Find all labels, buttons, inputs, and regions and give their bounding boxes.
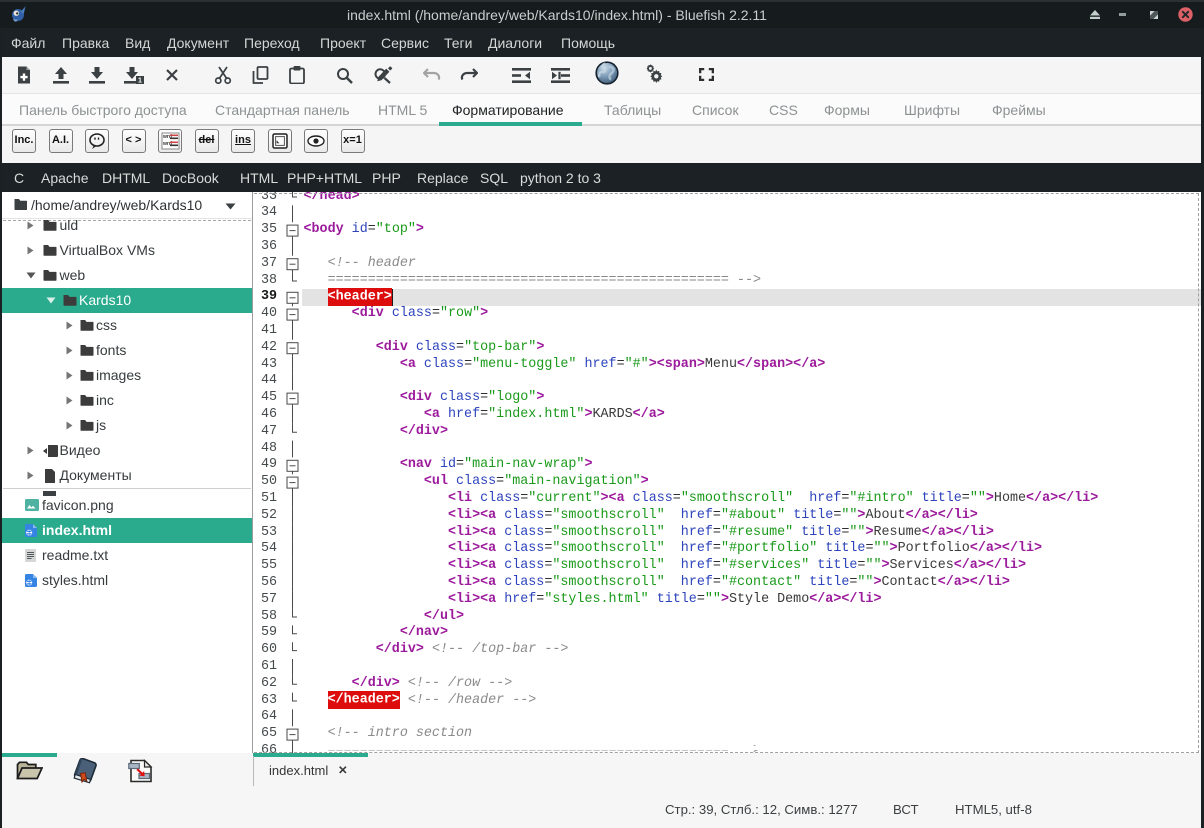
svg-text:1: 1 — [138, 77, 142, 84]
